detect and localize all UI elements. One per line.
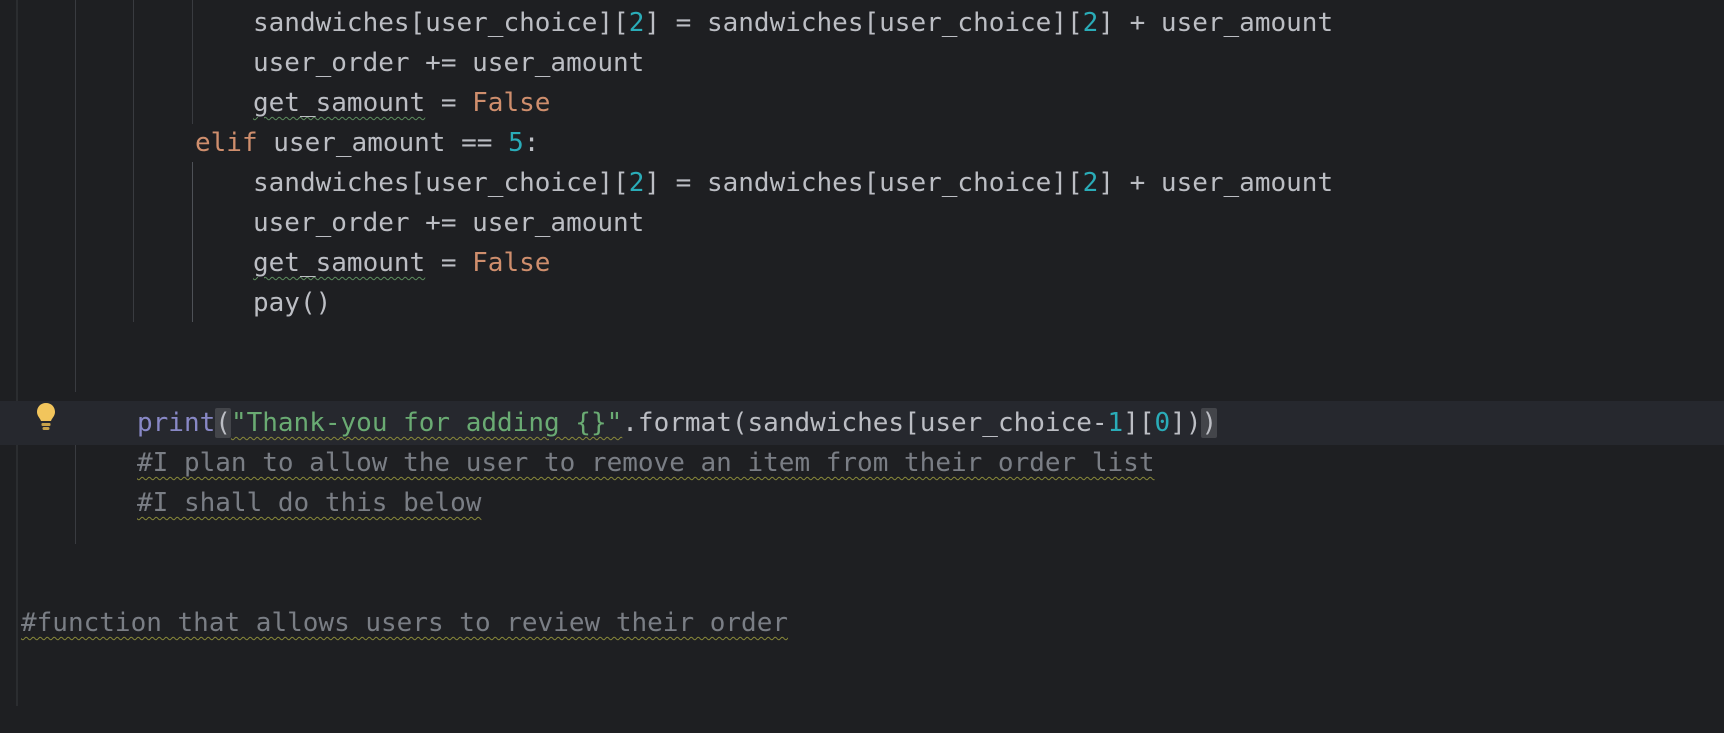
string-literal: "Thank-you for adding {}": [230, 408, 623, 438]
comment-line[interactable]: #I plan to allow the user to remove an i…: [0, 441, 1724, 485]
number-literal: 2: [1082, 168, 1099, 198]
comment-line[interactable]: #function that allows users to review th…: [0, 601, 1724, 645]
code-text: ][: [1123, 408, 1155, 438]
code-text: ] + user_amount: [1098, 8, 1334, 38]
builtin-function: print: [137, 408, 216, 438]
code-text: pay(): [253, 288, 332, 318]
code-text: user_order += user_amount: [253, 208, 645, 238]
variable-name: get_samount: [253, 248, 426, 278]
code-text: =: [425, 88, 473, 118]
code-line[interactable]: get_samount = False: [0, 241, 1724, 285]
code-line[interactable]: elif user_amount == 5:: [0, 121, 1724, 165]
keyword: elif: [195, 128, 258, 158]
code-text: ] = sandwiches[user_choice][: [644, 8, 1083, 38]
code-text: user_amount ==: [257, 128, 509, 158]
code-line[interactable]: sandwiches[user_choice][2] = sandwiches[…: [0, 1, 1724, 45]
code-line[interactable]: user_order += user_amount: [0, 41, 1724, 85]
comment-text: #I shall do this below: [137, 488, 482, 518]
code-text: ] + user_amount: [1098, 168, 1334, 198]
code-text: ]): [1170, 408, 1202, 438]
keyword: False: [472, 248, 551, 278]
code-line[interactable]: user_order += user_amount: [0, 201, 1724, 245]
code-text: ] = sandwiches[user_choice][: [644, 168, 1083, 198]
code-text: .format(sandwiches[user_choice-: [622, 408, 1108, 438]
comment-text: #I plan to allow the user to remove an i…: [137, 448, 1155, 478]
comment-line[interactable]: #I shall do this below: [0, 481, 1724, 525]
code-text: :: [523, 128, 540, 158]
variable-name: get_samount: [253, 88, 426, 118]
code-line[interactable]: pay(): [0, 281, 1724, 325]
number-literal: 1: [1107, 408, 1124, 438]
code-editor[interactable]: sandwiches[user_choice][2] = sandwiches[…: [0, 0, 1724, 706]
number-literal: 2: [1082, 8, 1099, 38]
code-line[interactable]: sandwiches[user_choice][2] = sandwiches[…: [0, 161, 1724, 205]
number-literal: 2: [628, 8, 645, 38]
number-literal: 0: [1154, 408, 1171, 438]
matched-brace: ): [1201, 408, 1218, 438]
matched-brace: (: [215, 408, 231, 438]
code-text: =: [425, 248, 473, 278]
current-code-line[interactable]: print("Thank-you for adding {}".format(s…: [0, 401, 1724, 445]
number-literal: 5: [508, 128, 524, 158]
code-line[interactable]: get_samount = False: [0, 81, 1724, 125]
lightbulb-icon[interactable]: [36, 402, 56, 432]
comment-text: #function that allows users to review th…: [21, 608, 789, 638]
number-literal: 2: [628, 168, 645, 198]
code-text: sandwiches[user_choice][: [253, 168, 629, 198]
code-text: user_order += user_amount: [253, 48, 645, 78]
keyword: False: [472, 88, 551, 118]
code-text: sandwiches[user_choice][: [253, 8, 629, 38]
